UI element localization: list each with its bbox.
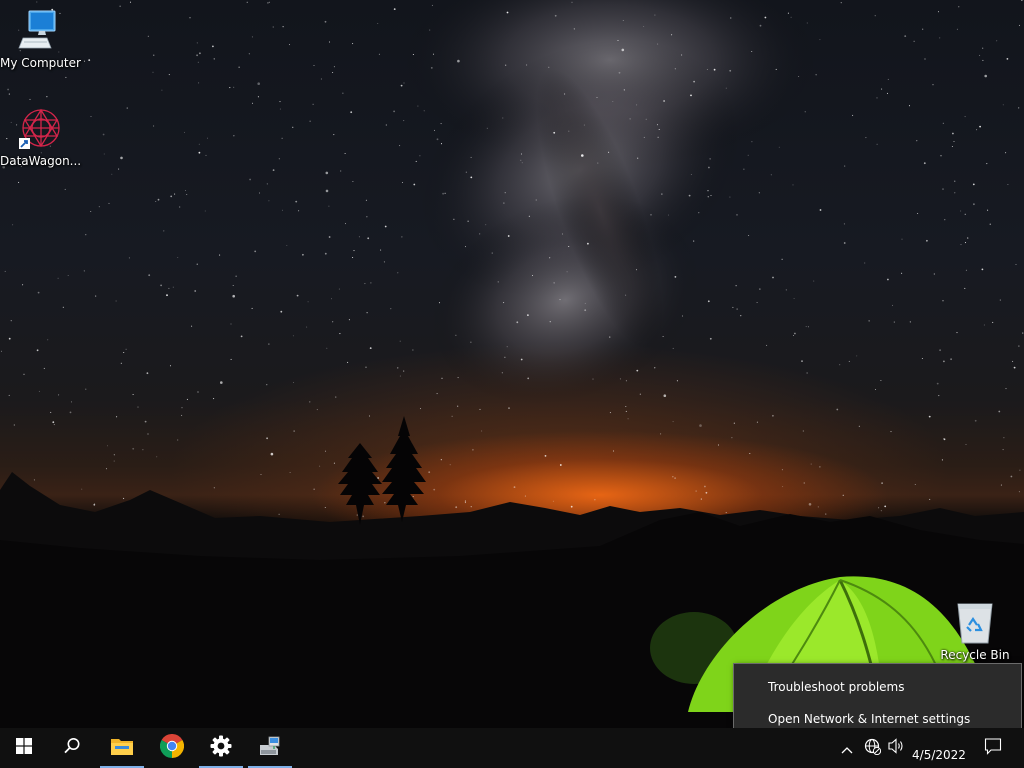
desktop-icon-label: DataWagon... [0, 154, 82, 168]
action-center-button[interactable] [978, 728, 1008, 768]
network-icon [863, 737, 882, 759]
tray-overflow-button[interactable] [838, 728, 856, 768]
taskbar: 4/5/2022 [0, 728, 1024, 768]
notification-icon [984, 737, 1002, 759]
volume-icon [887, 738, 905, 758]
datawagon-icon [17, 106, 61, 150]
start-button[interactable] [0, 728, 48, 768]
chrome-button[interactable] [148, 728, 196, 768]
desktop-icon-datawagon[interactable]: DataWagon... [0, 106, 82, 169]
chevron-up-icon [841, 739, 853, 758]
desktop-icon-label: My Computer [0, 56, 81, 70]
desktop-icon-my-computer[interactable]: My Computer [0, 8, 81, 71]
folder-icon [110, 736, 134, 760]
gear-icon [210, 735, 232, 761]
menu-item-troubleshoot[interactable]: Troubleshoot problems [734, 671, 1021, 703]
chrome-icon [159, 733, 185, 762]
search-icon [63, 737, 81, 759]
file-explorer-button[interactable] [98, 728, 146, 768]
network-drive-icon [258, 735, 282, 761]
computer-icon [17, 8, 61, 52]
windows-logo-icon [16, 738, 32, 758]
mountain-silhouette [0, 416, 1024, 728]
desktop-icon-label: Recycle Bin [940, 648, 1010, 662]
volume-tray-button[interactable] [885, 728, 907, 768]
desktop-wallpaper [0, 0, 1024, 728]
clock-date: 4/5/2022 [912, 748, 966, 762]
network-app-button[interactable] [246, 728, 294, 768]
recycle-bin-icon [953, 600, 997, 644]
desktop-icon-recycle-bin[interactable]: Recycle Bin [936, 600, 1014, 663]
search-button[interactable] [48, 728, 96, 768]
taskbar-clock[interactable]: 4/5/2022 [906, 728, 972, 768]
settings-button[interactable] [197, 728, 245, 768]
network-tray-button[interactable] [860, 728, 884, 768]
